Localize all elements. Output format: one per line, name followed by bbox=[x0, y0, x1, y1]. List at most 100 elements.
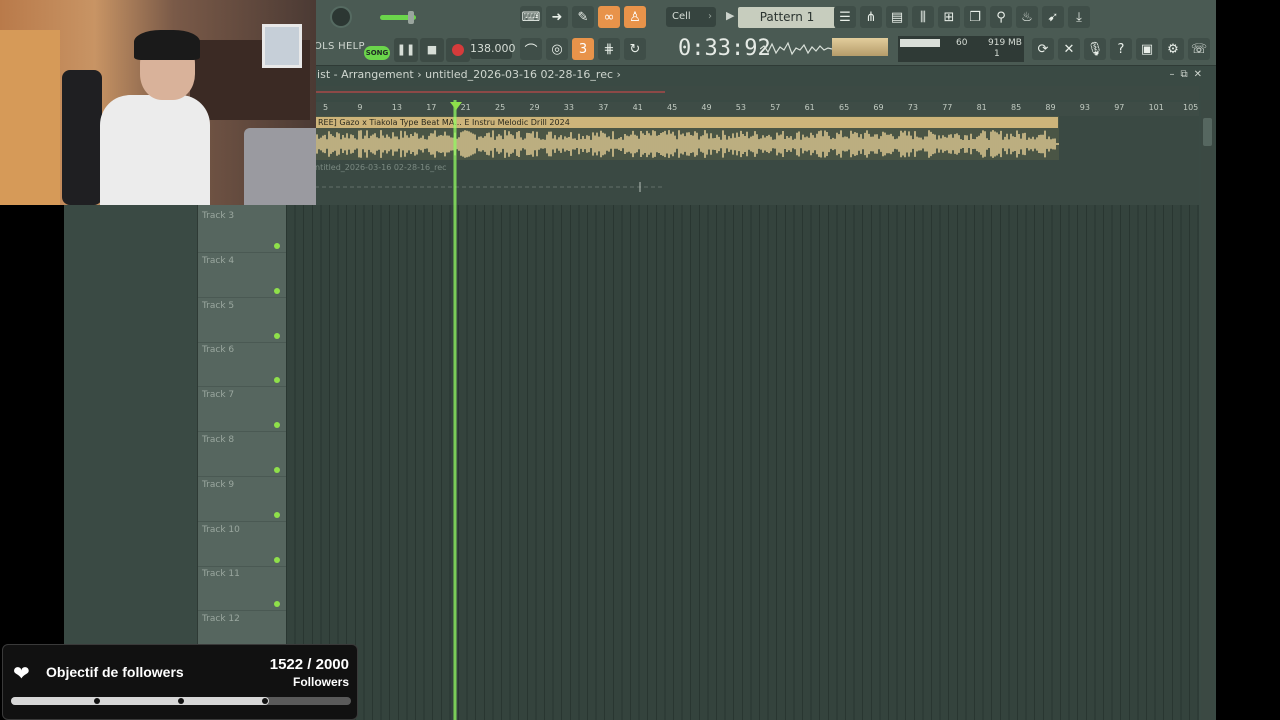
track-header[interactable]: Track 8 bbox=[198, 432, 286, 477]
tempo-display[interactable]: 138.000 bbox=[470, 39, 516, 59]
ruler-tick-label: 25 bbox=[495, 103, 506, 112]
ruler-tick-label: 85 bbox=[1011, 103, 1022, 112]
heart-icon: ❤ bbox=[13, 661, 30, 685]
track-header[interactable]: Track 9 bbox=[198, 477, 286, 522]
followers-goal-widget: ❤ Objectif de followers 1522 / 2000 Foll… bbox=[2, 644, 358, 720]
song-position-time[interactable]: 0:33:92 bbox=[678, 34, 771, 64]
song-mode-toggle[interactable]: SONG bbox=[364, 46, 390, 60]
pattern-selector[interactable]: Pattern 1 bbox=[738, 7, 836, 28]
followers-goal-unit: Followers bbox=[292, 675, 349, 689]
tools-icon[interactable]: ✕ bbox=[1058, 38, 1080, 60]
typing-keyboard-icon[interactable]: ⌨ bbox=[520, 6, 542, 28]
track-enable-led-icon[interactable] bbox=[274, 556, 280, 563]
track-enable-led-icon[interactable] bbox=[274, 511, 280, 518]
playlist-titlebar: list - Arrangement › untitled_2026-03-16… bbox=[314, 66, 1214, 84]
countdown-icon[interactable]: 3 bbox=[572, 38, 594, 60]
track-label: Track 9 bbox=[202, 479, 235, 490]
ruler-tick-label: 105 bbox=[1183, 103, 1199, 112]
link-icon[interactable]: ∞ bbox=[598, 6, 620, 28]
mixer-icon[interactable]: ⫼ bbox=[912, 6, 934, 28]
record-button[interactable] bbox=[446, 38, 470, 62]
track-header[interactable]: Track 11 bbox=[198, 566, 286, 612]
track-enable-led-icon[interactable] bbox=[274, 467, 280, 473]
microphone-icon[interactable]: 🎙 bbox=[1084, 38, 1106, 60]
ruler-tick-label: 49 bbox=[701, 103, 712, 112]
ruler-tick-label: 81 bbox=[976, 103, 987, 112]
master-volume-knob[interactable] bbox=[330, 6, 352, 28]
followers-progress-bar bbox=[11, 697, 351, 705]
track-enable-led-icon[interactable] bbox=[274, 243, 280, 249]
help-icon[interactable]: ? bbox=[1110, 38, 1132, 60]
pencil-icon[interactable]: ✎ bbox=[572, 6, 594, 28]
playlist-icon[interactable]: ☰ bbox=[834, 6, 856, 28]
channel-rack-icon[interactable]: ▤ bbox=[886, 6, 908, 28]
cursor-icon[interactable]: ➹ bbox=[1042, 6, 1064, 28]
browser-icon[interactable]: ⊞ bbox=[938, 6, 960, 28]
vertical-scrollbar[interactable] bbox=[1201, 100, 1214, 720]
track-enable-led-icon[interactable] bbox=[274, 422, 280, 429]
progress-milestone-1 bbox=[94, 698, 100, 704]
track-label: Track 12 bbox=[202, 614, 240, 625]
snap-dropdown[interactable]: Cell bbox=[666, 7, 716, 27]
playhead-marker-icon[interactable] bbox=[450, 102, 462, 110]
playhead-line[interactable] bbox=[453, 100, 457, 720]
download-icon[interactable]: ⤓ bbox=[1068, 6, 1090, 28]
ruler-tick-label: 89 bbox=[1045, 103, 1056, 112]
audio-clip-waveform bbox=[315, 130, 1059, 158]
master-pitch-slider-handle[interactable] bbox=[408, 11, 414, 24]
recording-clip[interactable]: ntitled_2026-03-16 02-28-16_rec bbox=[315, 162, 665, 192]
piano-roll-icon[interactable]: ⋔ bbox=[860, 6, 882, 28]
save-icon[interactable]: ▣ bbox=[1136, 38, 1158, 60]
loop-record-icon[interactable]: ↻ bbox=[624, 38, 646, 60]
breadcrumb-separator: › bbox=[417, 68, 422, 81]
playlist-grid[interactable] bbox=[286, 116, 1199, 720]
ruler-tick-label: 5 bbox=[323, 103, 329, 112]
timeline-ruler[interactable]: 5 9 13 17 21 25 29 33 37 41 45 49 53 57 61 65 69 73 77 81 85… bbox=[315, 102, 1199, 116]
song-overview-scrollbar[interactable] bbox=[315, 86, 1199, 100]
menu-tools-help[interactable]: OLS HELP bbox=[314, 41, 365, 52]
metronome-toggle-icon[interactable]: ⌒ bbox=[520, 38, 542, 60]
vertical-scrollbar-thumb[interactable] bbox=[1203, 118, 1212, 146]
track-header[interactable]: Track 7 bbox=[198, 387, 286, 433]
ruler-tick-label: 57 bbox=[770, 103, 781, 112]
ruler-tick-label: 77 bbox=[942, 103, 953, 112]
track-enable-led-icon[interactable] bbox=[274, 377, 280, 384]
track-enable-led-icon[interactable] bbox=[274, 287, 280, 294]
step-edit-icon[interactable]: ⋕ bbox=[598, 38, 620, 60]
ruler-tick-label: 17 bbox=[426, 103, 437, 112]
maximize-icon[interactable]: ⧉ bbox=[1180, 69, 1193, 80]
arrow-right-icon[interactable]: ➜ bbox=[546, 6, 568, 28]
track-header[interactable]: Track 5 bbox=[198, 298, 286, 343]
playlist-breadcrumb-2[interactable]: untitled_2026-03-16 02-28-16_rec bbox=[425, 68, 613, 81]
track-header[interactable]: Track 4 bbox=[198, 253, 286, 298]
ruler-tick-label: 21 bbox=[460, 103, 471, 112]
plugin-icon[interactable]: ⚲ bbox=[990, 6, 1012, 28]
followers-goal-title: Objectif de followers bbox=[46, 664, 184, 680]
stop-button[interactable]: ■ bbox=[420, 38, 444, 62]
playlist-breadcrumb-1[interactable]: list - Arrangement bbox=[314, 68, 414, 81]
track-label: Track 3 bbox=[202, 211, 235, 221]
track-enable-led-icon[interactable] bbox=[274, 332, 280, 339]
track-header[interactable]: Track 10 bbox=[198, 522, 286, 567]
pattern-select-arrow-icon[interactable]: ▶ bbox=[726, 9, 734, 22]
refresh-icon[interactable]: ⟳ bbox=[1032, 38, 1054, 60]
audio-clip-title: REE] Gazo x Tiakola Type Beat MA... E In… bbox=[316, 117, 1058, 128]
audio-clip[interactable]: REE] Gazo x Tiakola Type Beat MA... E In… bbox=[315, 116, 1059, 160]
midi-icon[interactable]: ⚙ bbox=[1162, 38, 1184, 60]
ruler-tick-label: 9 bbox=[357, 103, 363, 112]
wait-input-icon[interactable]: ◎ bbox=[546, 38, 568, 60]
minimize-icon[interactable]: – bbox=[1169, 69, 1180, 80]
track-enable-led-icon[interactable] bbox=[274, 601, 280, 608]
metronome-icon[interactable]: ♙ bbox=[624, 6, 646, 28]
track-header[interactable]: Track 6 bbox=[198, 342, 286, 388]
track-header[interactable]: Track 3 bbox=[198, 208, 286, 253]
polyphony-value: 1 bbox=[994, 49, 1000, 59]
screen-right-margin bbox=[1216, 0, 1280, 720]
close-icon[interactable]: ✕ bbox=[1194, 69, 1208, 80]
project-icon[interactable]: ❐ bbox=[964, 6, 986, 28]
chat-icon[interactable]: ☏ bbox=[1188, 38, 1210, 60]
breadcrumb-separator-2: › bbox=[616, 68, 621, 81]
pause-button[interactable]: ❚❚ bbox=[394, 38, 418, 62]
tuner-icon[interactable]: ♨ bbox=[1016, 6, 1038, 28]
recording-clip-waveform bbox=[315, 182, 665, 192]
